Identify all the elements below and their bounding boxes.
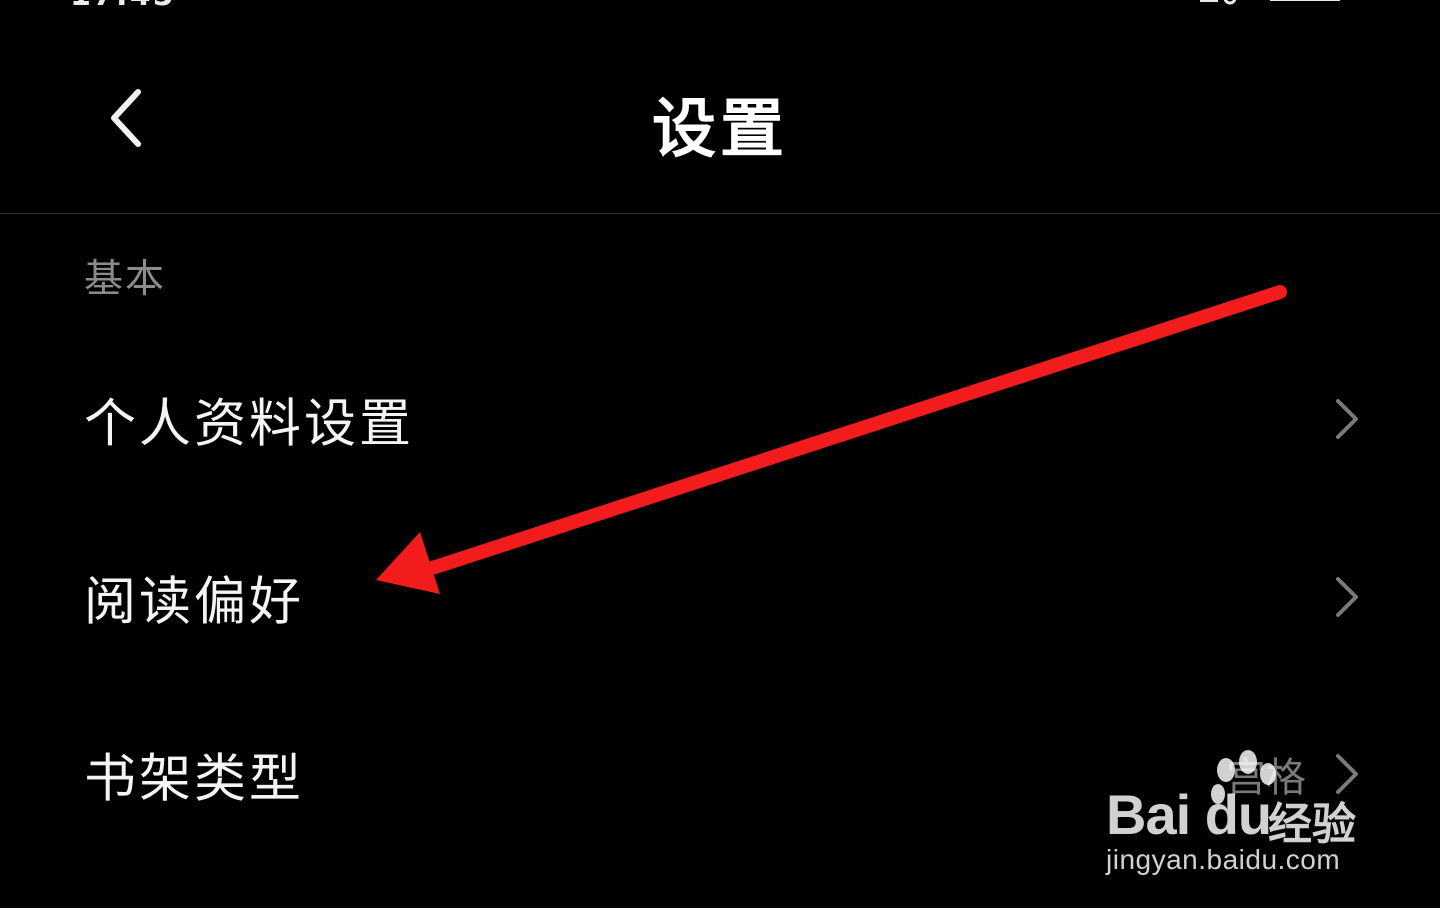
chevron-left-icon bbox=[111, 89, 141, 147]
back-button[interactable] bbox=[96, 80, 156, 156]
page-title: 设置 bbox=[652, 93, 788, 167]
watermark-logo: Bai du bbox=[1106, 783, 1272, 846]
baidu-jingyan-watermark: Bai du 经验 jingyan.baidu.com bbox=[1100, 748, 1380, 888]
section-label: 基本 bbox=[84, 257, 167, 302]
setting-row-reading-preference[interactable]: 阅读偏好 bbox=[0, 522, 1440, 672]
chevron-right-icon bbox=[1336, 577, 1358, 617]
header: 设置 bbox=[0, 0, 1440, 214]
watermark-brand: 经验 bbox=[1268, 799, 1356, 850]
row-label: 阅读偏好 bbox=[84, 572, 305, 633]
chevron-right-icon bbox=[1336, 399, 1358, 439]
watermark-url: jingyan.baidu.com bbox=[1106, 844, 1341, 875]
row-label: 书架类型 bbox=[84, 749, 305, 810]
row-label: 个人资料设置 bbox=[84, 394, 415, 455]
setting-row-profile[interactable]: 个人资料设置 bbox=[0, 344, 1440, 494]
